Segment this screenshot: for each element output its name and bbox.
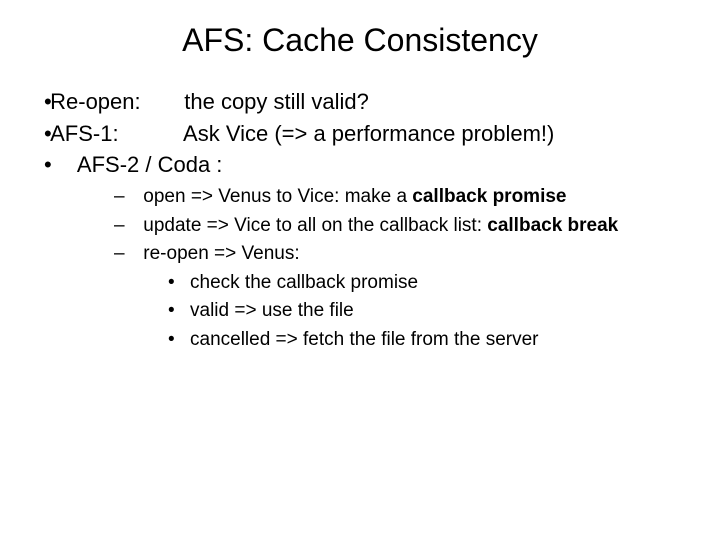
subbullet-open: open => Venus to Vice: make a callback p… [114,184,680,211]
slide-body: Re-open: the copy still valid? AFS-1: As… [0,87,720,354]
slide: AFS: Cache Consistency Re-open: the copy… [0,0,720,540]
bullet-text: AFS-2 / Coda : [77,152,223,177]
text: cancelled => fetch the file from the ser… [190,329,539,350]
subsub-check: check the callback promise [168,270,680,297]
slide-title: AFS: Cache Consistency [0,0,720,87]
subbullet-update: update => Vice to all on the callback li… [114,213,680,240]
bullet-key: Re-open: [78,87,178,117]
bullet-afs2-coda: AFS-2 / Coda : open => Venus to Vice: ma… [44,150,680,353]
text: valid => use the file [190,300,354,321]
text-pre: update => Vice to all on the callback li… [143,215,487,236]
bullet-afs1: AFS-1: Ask Vice (=> a performance proble… [44,119,680,149]
text-bold: callback break [487,215,618,236]
subsub-valid: valid => use the file [168,298,680,325]
bullet-reopen: Re-open: the copy still valid? [44,87,680,117]
bullet-value: Ask Vice (=> a performance problem!) [183,121,554,146]
text-pre: open => Venus to Vice: make a [143,186,412,207]
text: check the callback promise [190,272,418,293]
bullet-value: the copy still valid? [184,89,369,114]
bullet-key: AFS-1: [78,119,178,149]
text-bold: callback promise [412,186,566,207]
subsub-bullet-list: check the callback promise valid => use … [138,270,680,354]
subbullet-reopen: re-open => Venus: check the callback pro… [114,241,680,353]
sub-bullet-list: open => Venus to Vice: make a callback p… [72,184,680,354]
subsub-cancelled: cancelled => fetch the file from the ser… [168,327,680,354]
bullet-list: Re-open: the copy still valid? AFS-1: As… [44,87,680,354]
text: re-open => Venus: [143,243,299,264]
